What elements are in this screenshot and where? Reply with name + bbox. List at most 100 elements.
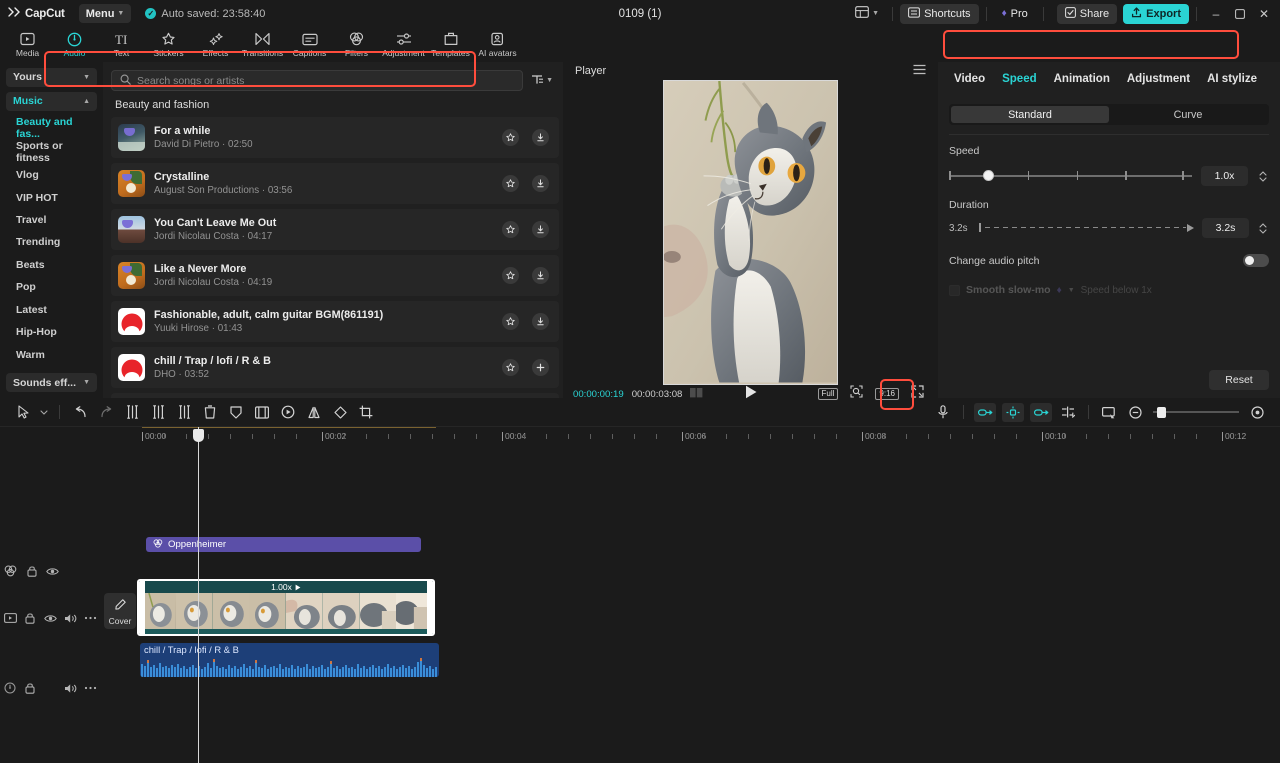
sidebar-group-music[interactable]: Music ▲	[6, 92, 97, 111]
frame-grid-icon[interactable]	[690, 385, 703, 403]
clip-speed-tag[interactable]: 1.00x	[271, 582, 301, 592]
close-button[interactable]: ✕	[1252, 3, 1276, 25]
tab-animation[interactable]: Animation	[1054, 73, 1110, 85]
aspect-ratio-button[interactable]: 9:16	[875, 388, 899, 401]
crop-icon[interactable]	[353, 400, 379, 424]
playhead[interactable]	[198, 427, 199, 763]
playhead-handle[interactable]	[193, 429, 204, 442]
export-button[interactable]: Export	[1123, 4, 1189, 24]
clip-handle-right[interactable]	[427, 581, 433, 634]
duration-value[interactable]: 3.2s	[1202, 218, 1249, 238]
favorite-icon[interactable]	[502, 175, 519, 192]
video-clip[interactable]: 1.00x	[137, 579, 435, 636]
favorite-icon[interactable]	[502, 267, 519, 284]
segment-curve[interactable]: Curve	[1109, 106, 1267, 123]
more-icon[interactable]	[80, 608, 100, 628]
pro-button[interactable]: ♦ Pro	[994, 4, 1036, 24]
tab-media[interactable]: Media	[4, 27, 51, 62]
sidebar-item-latest[interactable]: Latest	[6, 299, 97, 321]
sidebar-item-pop[interactable]: Pop	[6, 276, 97, 298]
slider-handle[interactable]	[1157, 407, 1166, 418]
sidebar-item-warm[interactable]: Warm	[6, 344, 97, 366]
eye-icon[interactable]	[42, 561, 63, 581]
lock-icon[interactable]	[20, 678, 40, 698]
sidebar-item-vlog[interactable]: Vlog	[6, 164, 97, 186]
favorite-icon[interactable]	[502, 313, 519, 330]
sidebar-group-yours[interactable]: Yours ▼	[6, 68, 97, 87]
hamburger-icon[interactable]	[913, 62, 926, 80]
download-icon[interactable]	[532, 175, 549, 192]
snapshot-icon[interactable]	[1096, 400, 1122, 424]
download-icon[interactable]	[532, 267, 549, 284]
download-icon[interactable]	[532, 129, 549, 146]
segment-standard[interactable]: Standard	[951, 106, 1109, 123]
lock-icon[interactable]	[20, 608, 40, 628]
list-item[interactable]: Like a Never More Jordi Nicolau Costa · …	[111, 255, 559, 296]
tab-effects[interactable]: Effects	[192, 27, 239, 62]
smooth-slow-mo-checkbox[interactable]	[949, 285, 960, 296]
auto-cut-icon[interactable]	[974, 403, 996, 422]
trim-left-icon[interactable]	[145, 400, 171, 424]
list-item[interactable]: Fashionable, adult, calm guitar BGM(8611…	[111, 301, 559, 342]
smooth-slow-mo-row[interactable]: Smooth slow-mo ♦ ▼ Speed below 1x	[938, 284, 1280, 296]
fullscreen-icon[interactable]	[911, 385, 924, 403]
sidebar-item-trending[interactable]: Trending	[6, 231, 97, 253]
sidebar-item-vip-hot[interactable]: VIP HOT	[6, 186, 97, 208]
sidebar-item-beats[interactable]: Beats	[6, 254, 97, 276]
reset-button[interactable]: Reset	[1209, 370, 1269, 390]
timeline-ruler[interactable]: 00:00 00:02 00:04 00:06 00:08 00:10 00:1…	[0, 427, 1280, 447]
shortcuts-button[interactable]: Shortcuts	[900, 4, 978, 24]
clip-handle-left[interactable]	[139, 581, 145, 634]
tab-adjustment[interactable]: Adjustment	[1127, 73, 1190, 85]
trim-right-icon[interactable]	[171, 400, 197, 424]
auto-beat-icon[interactable]	[1002, 403, 1024, 422]
volume-icon[interactable]	[60, 678, 80, 698]
favorite-icon[interactable]	[502, 359, 519, 376]
chevron-down-icon[interactable]: ▼	[1068, 287, 1075, 294]
list-item[interactable]: chill / Trap / lofi / R & B DHO · 03:52	[111, 347, 559, 388]
sidebar-item-hip-hop[interactable]: Hip-Hop	[6, 321, 97, 343]
video-preview[interactable]	[663, 80, 838, 385]
speed-stepper[interactable]	[1257, 171, 1269, 182]
sidebar-item-beauty-and-fashion[interactable]: Beauty and fas...	[6, 116, 97, 140]
zoom-icon[interactable]	[850, 385, 863, 403]
merge-icon[interactable]	[0, 561, 21, 581]
delete-icon[interactable]	[197, 400, 223, 424]
share-button[interactable]: Share	[1057, 4, 1117, 24]
sidebar-item-sports-or-fitness[interactable]: Sports or fitness	[6, 140, 97, 164]
audio-icon[interactable]	[0, 678, 20, 698]
timeline-zoom-slider[interactable]	[1153, 405, 1239, 419]
text-clip[interactable]: Oppenheimer	[146, 537, 421, 552]
sidebar-group-sound-effects[interactable]: Sounds eff... ▼	[6, 373, 97, 392]
add-icon[interactable]	[532, 359, 549, 376]
download-icon[interactable]	[532, 313, 549, 330]
cut-marker-icon[interactable]	[1055, 400, 1081, 424]
layout-button[interactable]: ▼	[849, 2, 885, 26]
tab-ai-avatars[interactable]: AI avatars	[474, 27, 521, 62]
volume-icon[interactable]	[60, 608, 80, 628]
mirror-icon[interactable]	[301, 400, 327, 424]
tab-ai-stylize[interactable]: AI stylize	[1207, 73, 1257, 85]
tab-transitions[interactable]: Transitions	[239, 27, 286, 62]
timeline[interactable]: 00:00 00:02 00:04 00:06 00:08 00:10 00:1…	[0, 426, 1280, 763]
sidebar-item-travel[interactable]: Travel	[6, 209, 97, 231]
more-icon[interactable]	[80, 678, 100, 698]
tab-text[interactable]: TI Text	[98, 27, 145, 62]
audio-pitch-toggle[interactable]	[1243, 254, 1269, 267]
speed-value[interactable]: 1.0x	[1201, 166, 1248, 186]
keyframe-icon[interactable]	[327, 400, 353, 424]
slider-handle[interactable]	[983, 170, 994, 181]
quality-button[interactable]: Full	[818, 388, 839, 401]
freeze-frame-icon[interactable]	[249, 400, 275, 424]
search-box[interactable]	[111, 70, 523, 91]
speed-slider[interactable]	[949, 168, 1192, 184]
tab-filters[interactable]: Filters	[333, 27, 380, 62]
tab-stickers[interactable]: Stickers	[145, 27, 192, 62]
minimize-button[interactable]: –	[1204, 3, 1228, 25]
tab-captions[interactable]: Captions	[286, 27, 333, 62]
tool-dropdown-chevron-down-icon[interactable]	[36, 400, 52, 424]
tab-speed[interactable]: Speed	[1002, 73, 1037, 85]
auto-extend-icon[interactable]	[1030, 403, 1052, 422]
tab-audio[interactable]: Audio	[51, 27, 98, 62]
maximize-button[interactable]	[1228, 3, 1252, 25]
